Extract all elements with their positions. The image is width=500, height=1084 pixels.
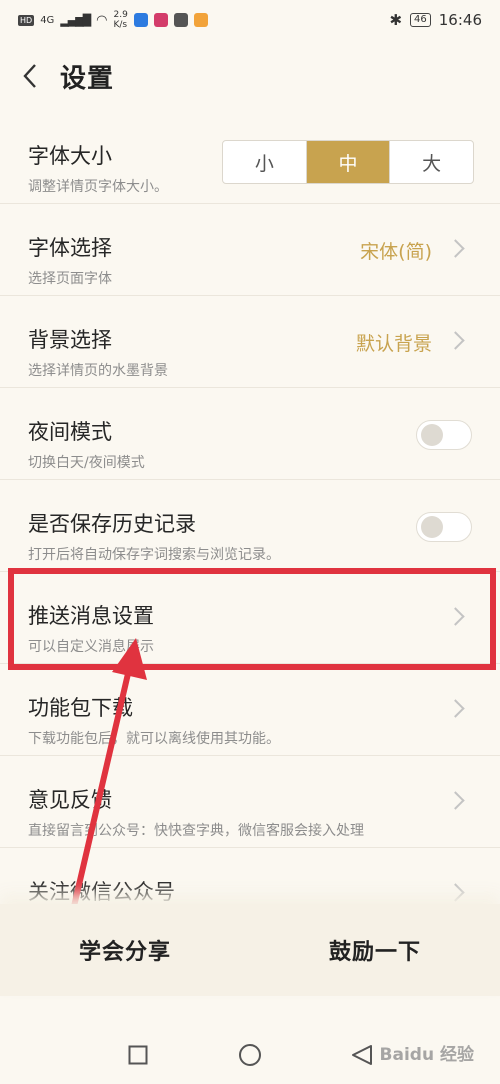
app-notification-icon xyxy=(133,13,148,27)
font-select-title: 字体选择 xyxy=(28,236,112,260)
night-mode-title: 夜间模式 xyxy=(28,420,112,444)
font-size-title: 字体大小 xyxy=(28,144,112,168)
chevron-right-icon xyxy=(446,331,465,350)
night-mode-row: 夜间模式 切换白天/夜间模式 xyxy=(0,388,500,480)
font-size-subtitle: 调整详情页字体大小。 xyxy=(28,179,168,195)
night-mode-toggle[interactable] xyxy=(416,420,472,450)
square-icon xyxy=(128,1045,148,1065)
hd-indicator: HD xyxy=(18,14,35,26)
font-size-row: 字体大小 调整详情页字体大小。 小 中 大 xyxy=(0,112,500,204)
background-row[interactable]: 背景选择 选择详情页的水墨背景 默认背景 xyxy=(0,296,500,388)
page-title: 设置 xyxy=(60,63,115,94)
recents-button[interactable] xyxy=(126,1043,150,1067)
background-subtitle: 选择详情页的水墨背景 xyxy=(28,363,168,379)
chevron-right-icon xyxy=(446,791,465,810)
triangle-back-icon xyxy=(352,1045,372,1065)
battery-indicator: 46 xyxy=(410,13,431,27)
package-download-title: 功能包下载 xyxy=(28,696,133,720)
font-select-subtitle: 选择页面字体 xyxy=(28,271,112,287)
font-size-large[interactable]: 大 xyxy=(389,141,473,183)
back-button[interactable] xyxy=(0,40,60,112)
history-row: 是否保存历史记录 打开后将自动保存字词搜索与浏览记录。 xyxy=(0,480,500,572)
clock: 16:46 xyxy=(438,11,482,29)
network-speed: 2.9 K/s xyxy=(113,10,128,30)
bottom-action-bar: 学会分享 鼓励一下 xyxy=(0,904,500,996)
app-notification-icon xyxy=(153,13,168,27)
push-settings-subtitle: 可以自定义消息展示 xyxy=(28,639,154,655)
header: 设置 xyxy=(0,40,500,112)
encourage-button[interactable]: 鼓励一下 xyxy=(329,934,421,966)
watermark: Baidu 经验 xyxy=(379,1045,474,1065)
push-settings-row[interactable]: 推送消息设置 可以自定义消息展示 xyxy=(0,572,500,664)
feedback-title: 意见反馈 xyxy=(28,788,112,812)
font-select-value: 宋体(简) xyxy=(360,241,432,263)
bluetooth-icon: ✱ xyxy=(389,11,403,29)
chevron-right-icon xyxy=(446,607,465,626)
chevron-right-icon xyxy=(446,699,465,718)
history-title: 是否保存历史记录 xyxy=(28,512,196,536)
chevron-right-icon xyxy=(446,883,465,902)
share-button[interactable]: 学会分享 xyxy=(79,934,171,966)
signal-indicator: 4G xyxy=(40,14,55,26)
font-size-medium[interactable]: 中 xyxy=(305,141,390,183)
feedback-row[interactable]: 意见反馈 直接留言到公众号：快快查字典，微信客服会接入处理 xyxy=(0,756,500,848)
circle-icon xyxy=(239,1044,261,1066)
settings-list: 字体大小 调整详情页字体大小。 小 中 大 字体选择 选择页面字体 宋体(简) … xyxy=(0,112,500,940)
background-value: 默认背景 xyxy=(355,333,432,355)
push-settings-title: 推送消息设置 xyxy=(28,604,154,628)
feedback-subtitle: 直接留言到公众号：快快查字典，微信客服会接入处理 xyxy=(28,823,364,839)
wechat-follow-title: 关注微信公众号 xyxy=(28,880,175,904)
background-title: 背景选择 xyxy=(28,328,112,352)
history-toggle[interactable] xyxy=(416,512,472,542)
package-download-subtitle: 下载功能包后，就可以离线使用其功能。 xyxy=(28,731,280,747)
font-select-row[interactable]: 字体选择 选择页面字体 宋体(简) xyxy=(0,204,500,296)
status-bar: HD 4G ▂▄▆█ ◠ 2.9 K/s ✱ 46 16:46 xyxy=(0,0,500,40)
signal-icon: ▂▄▆█ xyxy=(60,13,91,27)
font-size-selector: 小 中 大 xyxy=(222,140,474,184)
toggle-knob xyxy=(421,516,443,538)
app-notification-icon xyxy=(173,13,188,27)
package-download-row[interactable]: 功能包下载 下载功能包后，就可以离线使用其功能。 xyxy=(0,664,500,756)
font-size-small[interactable]: 小 xyxy=(223,141,306,183)
back-arrow-icon xyxy=(23,64,36,88)
chevron-right-icon xyxy=(446,239,465,258)
wifi-icon: ◠ xyxy=(96,12,108,28)
app-notification-icon xyxy=(193,13,208,27)
back-nav-button[interactable] xyxy=(350,1043,374,1067)
history-subtitle: 打开后将自动保存字词搜索与浏览记录。 xyxy=(28,547,280,563)
toggle-knob xyxy=(421,424,443,446)
home-button[interactable] xyxy=(238,1043,262,1067)
night-mode-subtitle: 切换白天/夜间模式 xyxy=(28,455,145,471)
